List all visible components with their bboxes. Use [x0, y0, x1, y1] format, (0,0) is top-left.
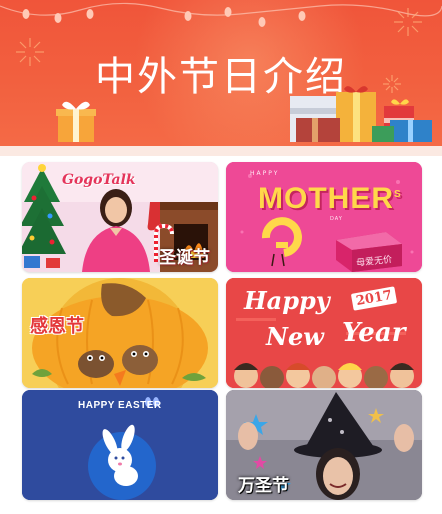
- card-caption: 万圣节: [238, 476, 289, 496]
- greeting-line-1: Happy: [244, 286, 330, 315]
- gift-boxes: [56, 86, 432, 142]
- greeting-line-2: New: [266, 322, 324, 351]
- card-caption: 圣诞节: [159, 248, 210, 268]
- card-caption: 感恩节: [30, 316, 84, 337]
- card-easter[interactable]: HAPPY EASTER: [22, 390, 218, 500]
- card-thanksgiving[interactable]: 感恩节: [22, 278, 218, 388]
- card-new-year[interactable]: Happy 2017 New Year: [226, 278, 422, 388]
- card-heading: HAPPY EASTER: [78, 400, 162, 411]
- card-mothers-day[interactable]: HAPPY MOTHERS DAY 母爱无价: [226, 162, 422, 272]
- banner-shadow-strip: [0, 146, 442, 156]
- header-banner: 中外节日介绍: [0, 0, 442, 146]
- brand-logo: GogoTalk: [62, 172, 136, 188]
- card-halloween[interactable]: 万圣节: [226, 390, 422, 500]
- headline-word: MOTHER: [258, 182, 394, 215]
- mothers-day-illustration: [226, 162, 422, 272]
- headline-superscript: S: [394, 189, 402, 200]
- card-top-text: HAPPY: [250, 170, 280, 177]
- card-sub-text: DAY: [330, 216, 343, 222]
- greeting-line-3: Year: [342, 318, 406, 348]
- card-headline: MOTHERS: [258, 182, 402, 216]
- card-christmas[interactable]: GogoTalk 圣诞节: [22, 162, 218, 272]
